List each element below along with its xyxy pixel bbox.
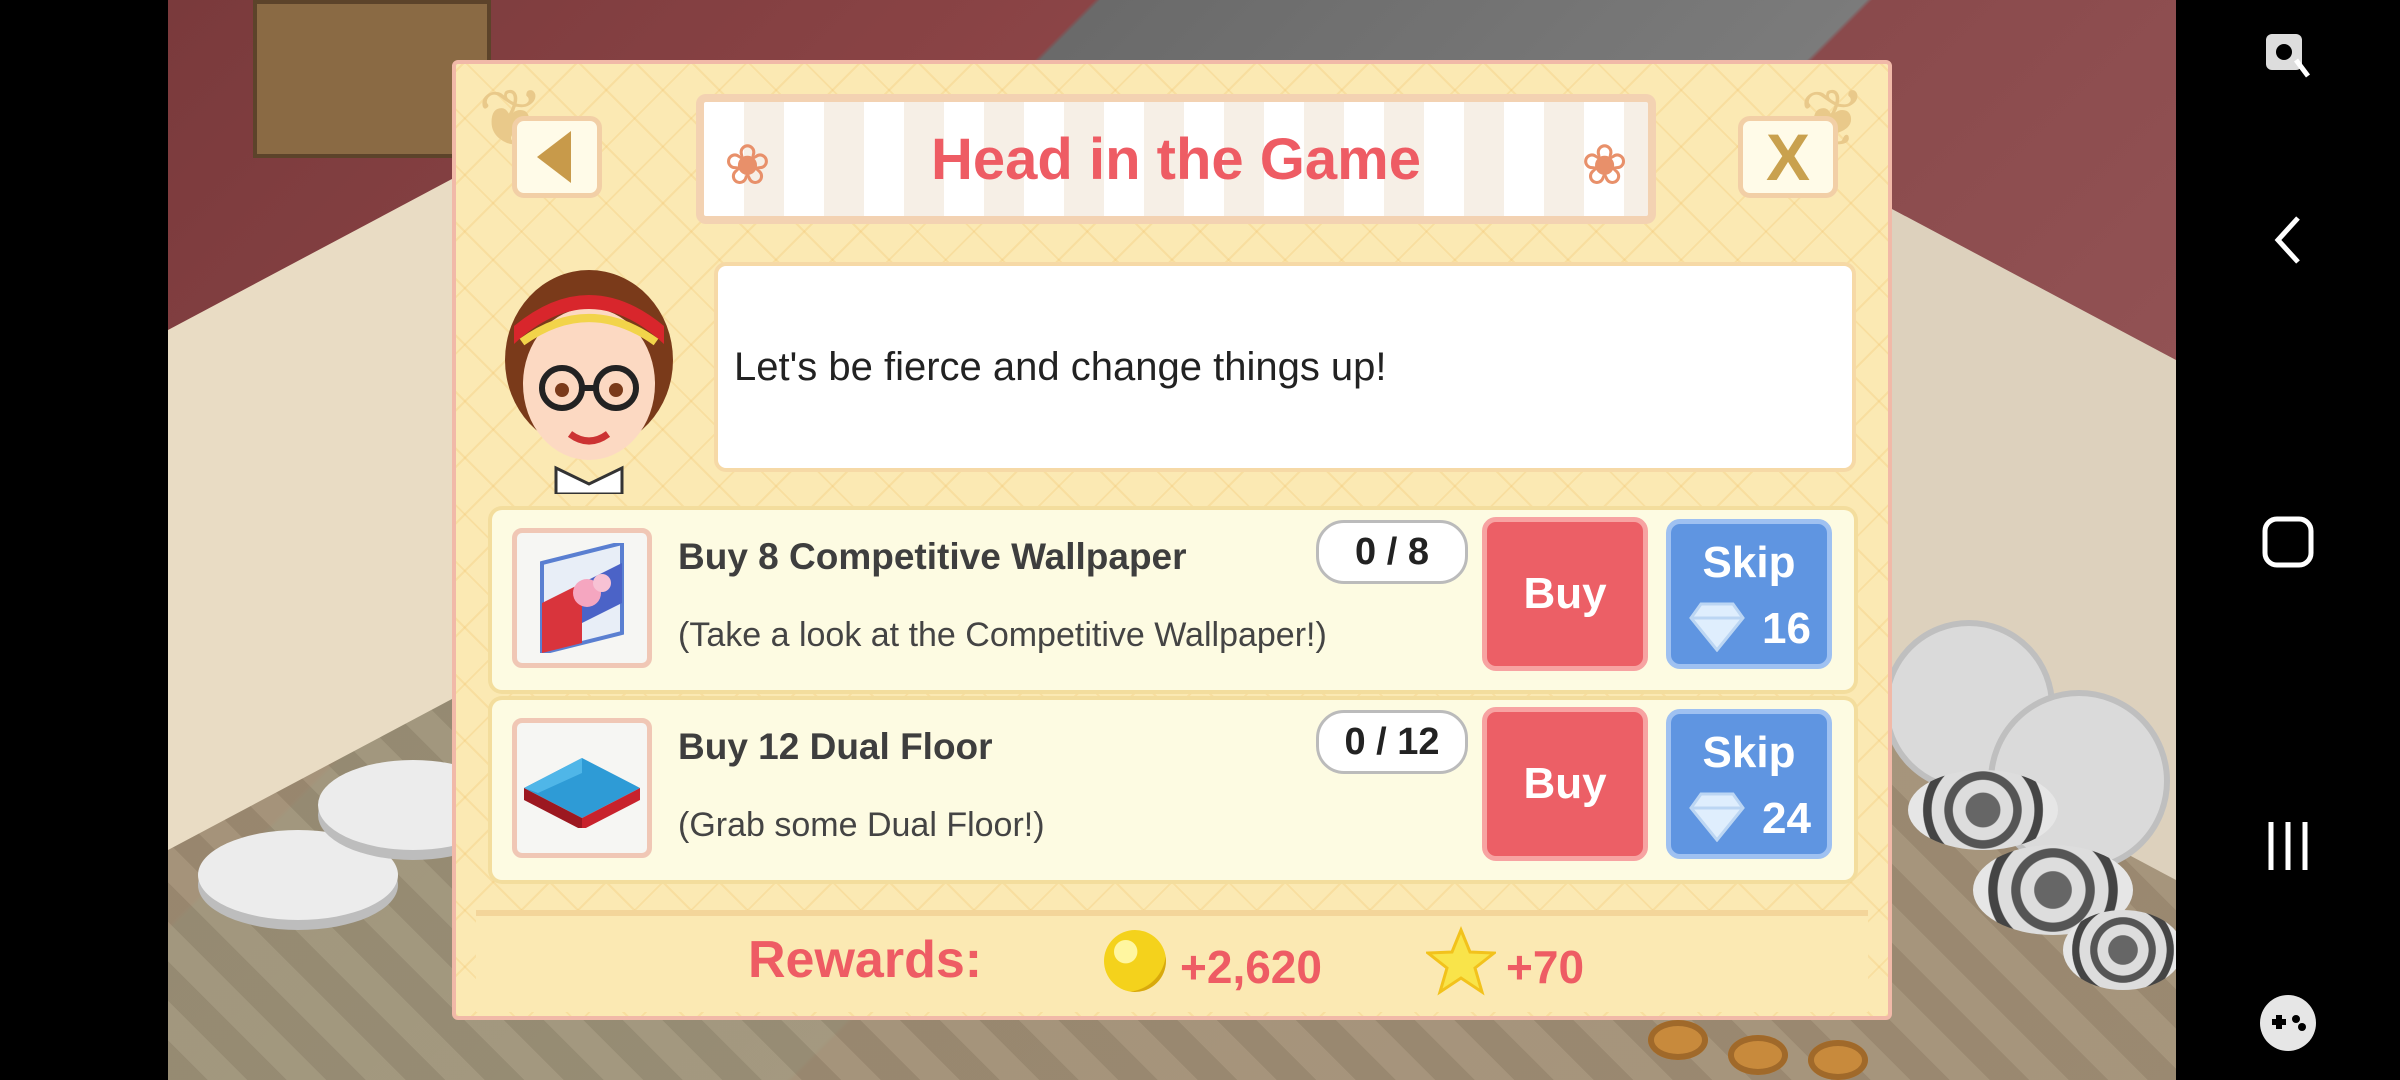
wallpaper-icon (540, 543, 624, 653)
coin-reward: +2,620 (1180, 941, 1322, 993)
game-launcher-icon[interactable] (2255, 990, 2321, 1056)
task-description: (Take a look at the Competitive Wallpape… (678, 616, 1327, 654)
task-progress: 0 / 12 (1316, 710, 1468, 774)
rewards-bar: Rewards: +2,620 +70 (476, 910, 1868, 1012)
back-button[interactable] (512, 116, 602, 198)
flourish-icon: ❀ (1581, 133, 1628, 196)
buy-button[interactable]: Buy (1482, 517, 1648, 671)
skip-button[interactable]: Skip 24 (1666, 709, 1832, 859)
dialog-message: Let's be fierce and change things up! (734, 344, 1387, 389)
dialog-title: Head in the Game (931, 126, 1421, 192)
diamond-icon (1689, 792, 1745, 842)
task-description: (Grab some Dual Floor!) (678, 806, 1045, 844)
home-icon[interactable] (2258, 512, 2318, 572)
star-icon (1426, 926, 1496, 996)
skip-button[interactable]: Skip 16 (1666, 519, 1832, 669)
skip-cost: 24 (1762, 794, 1811, 843)
task-title: Buy 8 Competitive Wallpaper (678, 536, 1187, 577)
stove (1908, 770, 2058, 850)
skip-label: Skip (1702, 538, 1796, 587)
coin-icon (1104, 930, 1166, 992)
task-row: Buy 8 Competitive Wallpaper (Take a look… (492, 510, 1854, 690)
task-thumbnail (512, 528, 652, 668)
close-button[interactable]: X (1738, 116, 1838, 198)
title-banner: ❀ Head in the Game ❀ (696, 94, 1656, 224)
back-arrow-icon (537, 131, 571, 183)
skip-label: Skip (1702, 728, 1796, 777)
recents-icon[interactable] (2258, 816, 2318, 876)
buy-button[interactable]: Buy (1482, 707, 1648, 861)
cookie (1648, 1020, 1708, 1060)
cookie (1808, 1040, 1868, 1080)
task-row: Buy 12 Dual Floor (Grab some Dual Floor!… (492, 700, 1854, 880)
task-title: Buy 12 Dual Floor (678, 726, 993, 767)
task-progress: 0 / 8 (1316, 520, 1468, 584)
task-thumbnail (512, 718, 652, 858)
screen-record-icon[interactable] (2258, 26, 2318, 86)
star-reward: +70 (1506, 941, 1585, 993)
system-navigation-bar (2176, 0, 2400, 1080)
quest-dialog: ❦ ❦ ❦ ❦ ❀ Head in the Game ❀ X Let's be … (452, 60, 1892, 1020)
skip-cost: 16 (1762, 604, 1811, 653)
diamond-icon (1689, 602, 1745, 652)
character-avatar (505, 270, 673, 494)
cookie (1728, 1035, 1788, 1075)
rewards-label: Rewards: (748, 931, 983, 989)
back-icon[interactable] (2258, 210, 2318, 270)
speech-bubble: Let's be fierce and change things up! (714, 262, 1856, 472)
flourish-icon: ❀ (724, 133, 771, 196)
floor-tile-icon (524, 758, 640, 828)
stove (2063, 910, 2176, 990)
